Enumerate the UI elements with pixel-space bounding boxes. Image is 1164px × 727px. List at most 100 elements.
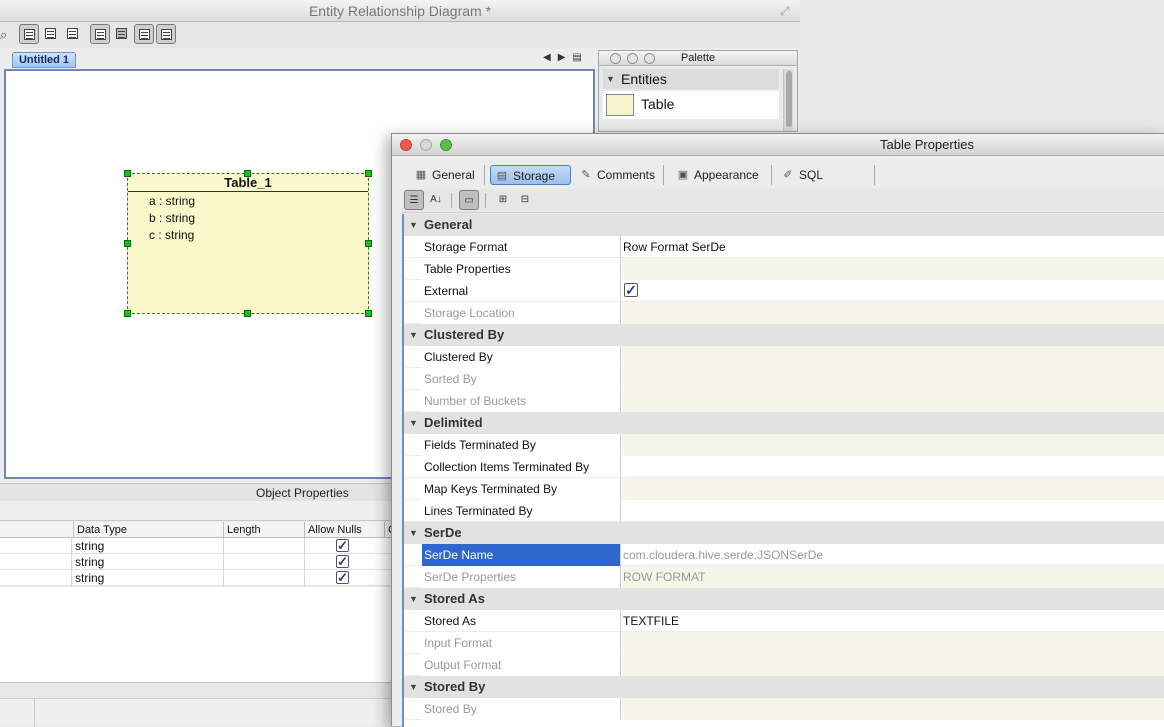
tab-storage[interactable]: ▤ Storage — [490, 165, 571, 185]
fullscreen-icon[interactable]: ⤢ — [780, 4, 794, 18]
palette-section-entities[interactable]: Entities — [603, 69, 779, 89]
clustered-by-value[interactable] — [622, 346, 1164, 368]
external-checkbox[interactable]: ✓ — [624, 283, 638, 297]
cell-data-type[interactable]: string — [71, 570, 223, 586]
tab-navigation[interactable]: ◀▶▤ — [543, 52, 593, 68]
tab-general[interactable]: ▦ General — [410, 165, 485, 185]
stored-by-value[interactable] — [622, 698, 1164, 720]
category-serde[interactable]: ▼ SerDe — [404, 522, 1164, 544]
property-row-fields-terminated-by[interactable]: Fields Terminated By — [404, 434, 1164, 456]
toolbar-view-button-1[interactable] — [19, 24, 39, 44]
palette-minimize-icon[interactable] — [627, 53, 638, 64]
collapse-all-icon[interactable]: ⊟ — [515, 190, 535, 210]
property-row-map-keys-terminated-by[interactable]: Map Keys Terminated By — [404, 478, 1164, 500]
tab-comments[interactable]: ✎ Comments — [575, 165, 664, 185]
toolbar-view-button-3[interactable] — [63, 24, 83, 44]
property-row-lines-terminated-by[interactable]: Lines Terminated By — [404, 500, 1164, 522]
palette-item-table[interactable]: Table — [603, 91, 779, 119]
horizontal-scrollbar[interactable] — [0, 682, 395, 698]
entity-table-1[interactable]: Table_1 a : string b : string c : string — [124, 170, 372, 317]
toolbar-view-button-4[interactable] — [90, 24, 110, 44]
toolbar-view-button-5[interactable] — [112, 24, 132, 44]
collapse-triangle-icon[interactable]: ▼ — [409, 522, 418, 544]
serde-name-value[interactable]: com.cloudera.hive.serde.JSONSerDe — [622, 544, 1164, 566]
property-row-storage-format[interactable]: Storage Format Row Format SerDe — [404, 236, 1164, 258]
allow-nulls-checkbox[interactable]: ✓ — [336, 539, 349, 552]
chevron-right-icon[interactable]: ▶ — [558, 52, 573, 63]
tab-sql-preview[interactable]: ✐SQL Preview — [777, 165, 875, 202]
palette-scrollbar[interactable] — [783, 69, 793, 131]
resize-handle[interactable] — [365, 310, 372, 317]
cell-length[interactable] — [223, 570, 304, 586]
header-allow-nulls[interactable]: Allow Nulls — [304, 522, 384, 538]
collapse-triangle-icon[interactable]: ▼ — [409, 676, 418, 698]
search-icon[interactable]: ⌕ — [0, 27, 12, 42]
resize-handle[interactable] — [244, 310, 251, 317]
resize-handle[interactable] — [244, 170, 251, 177]
property-row-stored-by[interactable]: Stored By — [404, 698, 1164, 720]
number-of-buckets-value[interactable] — [622, 390, 1164, 412]
collapse-triangle-icon[interactable]: ▼ — [409, 324, 418, 346]
resize-handle[interactable] — [365, 170, 372, 177]
resize-handle[interactable] — [124, 240, 131, 247]
resize-handle[interactable] — [365, 240, 372, 247]
header-data-type[interactable]: Data Type — [73, 522, 223, 538]
allow-nulls-checkbox[interactable]: ✓ — [336, 555, 349, 568]
lines-terminated-by-value[interactable] — [622, 500, 1164, 522]
serde-properties-value[interactable]: ROW FORMAT — [622, 566, 1164, 588]
allow-nulls-checkbox[interactable]: ✓ — [336, 571, 349, 584]
toolbar-view-button-7[interactable] — [156, 24, 176, 44]
storage-location-value[interactable] — [622, 302, 1164, 324]
property-row-sorted-by[interactable]: Sorted By — [404, 368, 1164, 390]
resize-handle[interactable] — [124, 310, 131, 317]
table-row[interactable]: string ✓ — [0, 570, 395, 586]
cell-length[interactable] — [223, 538, 304, 554]
collection-items-terminated-by-value[interactable] — [622, 456, 1164, 478]
palette-close-icon[interactable] — [610, 53, 621, 64]
category-stored-by[interactable]: ▼ Stored By — [404, 676, 1164, 698]
sorted-by-value[interactable] — [622, 368, 1164, 390]
output-format-value[interactable] — [622, 654, 1164, 676]
expand-all-icon[interactable]: ⊞ — [493, 190, 513, 210]
property-row-output-format[interactable]: Output Format — [404, 654, 1164, 676]
input-format-value[interactable] — [622, 632, 1164, 654]
property-row-collection-items-terminated-by[interactable]: Collection Items Terminated By — [404, 456, 1164, 478]
collapse-triangle-icon[interactable]: ▼ — [409, 214, 418, 236]
category-stored-as[interactable]: ▼ Stored As — [404, 588, 1164, 610]
cell-data-type[interactable]: string — [71, 538, 223, 554]
category-clustered-by[interactable]: ▼ Clustered By — [404, 324, 1164, 346]
collapse-triangle-icon[interactable]: ▼ — [409, 588, 418, 610]
property-row-input-format[interactable]: Input Format — [404, 632, 1164, 654]
toolbar-view-button-2[interactable] — [41, 24, 61, 44]
cell-length[interactable] — [223, 554, 304, 570]
palette-zoom-icon[interactable] — [644, 53, 655, 64]
show-descriptions-icon[interactable]: ▭ — [459, 190, 479, 210]
sort-alphabetical-icon[interactable]: A↓ — [426, 190, 446, 210]
stored-as-value[interactable]: TEXTFILE — [622, 610, 1164, 632]
property-row-storage-location[interactable]: Storage Location — [404, 302, 1164, 324]
tab-list-icon[interactable]: ▤ — [572, 52, 588, 63]
property-row-external[interactable]: External ✓ — [404, 280, 1164, 302]
toolbar-view-button-6[interactable] — [134, 24, 154, 44]
property-row-clustered-by[interactable]: Clustered By — [404, 346, 1164, 368]
chevron-left-icon[interactable]: ◀ — [543, 52, 558, 63]
cell-data-type[interactable]: string — [71, 554, 223, 570]
storage-format-value[interactable]: Row Format SerDe — [622, 236, 1164, 258]
table-row[interactable]: string ✓ — [0, 538, 395, 554]
table-row[interactable]: string ✓ — [0, 554, 395, 570]
category-delimited[interactable]: ▼ Delimited — [404, 412, 1164, 434]
property-row-serde-properties[interactable]: SerDe Properties ROW FORMAT — [404, 566, 1164, 588]
property-row-number-of-buckets[interactable]: Number of Buckets — [404, 390, 1164, 412]
tab-appearance[interactable]: ▣ Appearance — [672, 165, 772, 185]
collapse-triangle-icon[interactable]: ▼ — [409, 412, 418, 434]
property-row-serde-name[interactable]: SerDe Name com.cloudera.hive.serde.JSONSe… — [404, 544, 1164, 566]
categorized-view-icon[interactable]: ☰ — [404, 190, 424, 210]
property-row-table-properties[interactable]: Table Properties — [404, 258, 1164, 280]
fields-terminated-by-value[interactable] — [622, 434, 1164, 456]
header-length[interactable]: Length — [223, 522, 304, 538]
resize-handle[interactable] — [124, 170, 131, 177]
tab-untitled-1[interactable]: Untitled 1 — [12, 52, 76, 68]
table-properties-value[interactable] — [622, 258, 1164, 280]
property-row-stored-as[interactable]: Stored As TEXTFILE — [404, 610, 1164, 632]
category-general[interactable]: ▼ General — [404, 214, 1164, 236]
